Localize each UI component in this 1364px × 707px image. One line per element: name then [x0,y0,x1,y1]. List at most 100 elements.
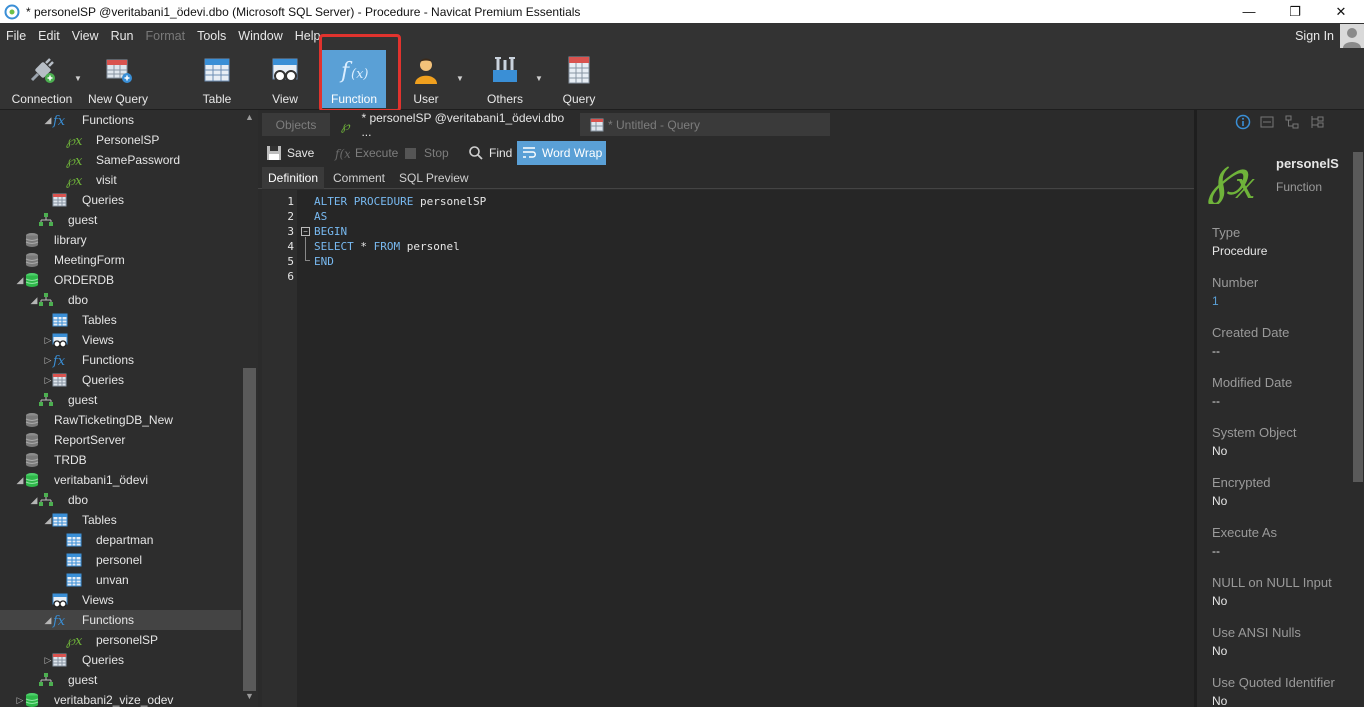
tree-functions-row[interactable]: ◢ fx Functions [0,110,241,130]
tree-queries-row[interactable]: ▷ Queries [0,370,241,390]
user-avatar-icon[interactable] [1340,24,1364,48]
connection-plug-icon [30,58,55,83]
tree-database-row[interactable]: ▷ veritabani2_vize_odev [0,690,241,707]
tree-functions-row[interactable]: ◢ fx Functions [0,610,241,630]
tree-queries-row[interactable]: ▷ Queries [0,650,241,670]
query-label: Query [562,92,596,106]
word-wrap-toggle[interactable]: Word Wrap [517,141,607,165]
query-icon [568,56,590,84]
tree-database-row[interactable]: ◢ ORDERDB [0,270,241,290]
tree-schema-row[interactable]: ◢ dbo [0,490,241,510]
tree-procedure-row[interactable]: ℘x SamePassword [0,150,241,170]
svg-text:℘: ℘ [341,117,351,132]
user-dropdown-caret-icon[interactable]: ▼ [456,74,464,83]
tree-schema-row[interactable]: guest [0,210,241,230]
others-button[interactable]: Others [482,50,528,108]
stop-label: Stop [424,146,449,160]
procedure-tab-icon: ℘ [341,117,351,132]
restore-button[interactable]: ❐ [1272,0,1318,23]
menu-run[interactable]: Run [105,29,140,43]
schema-icon [38,672,54,688]
tree-functions-row[interactable]: ▷ fx Functions [0,350,241,370]
tree-scroll-up-icon[interactable]: ▲ [241,112,258,128]
table-button[interactable]: Table [192,50,242,108]
minimize-button[interactable]: — [1226,0,1272,23]
line-number: 3 [287,225,294,238]
tree-database-row[interactable]: ◢ veritabani1_ödevi [0,470,241,490]
sql-code-editor[interactable]: 1 2 3 4 5 6 − ALTER PROCEDURE personelSP… [262,190,1194,707]
tree-tables-row[interactable]: ◢ Tables [0,510,241,530]
tree-scroll-down-icon[interactable]: ▼ [241,691,258,707]
fold-toggle-icon[interactable]: − [301,227,310,236]
find-button[interactable]: Find [468,141,512,165]
tree-item-label: dbo [68,493,89,507]
tree-schema-row[interactable]: guest [0,670,241,690]
code-line-3: BEGIN [314,225,347,238]
menu-tools[interactable]: Tools [191,29,232,43]
view-button[interactable]: View [262,50,308,108]
tab-query-label: * Untitled - Query [608,117,701,132]
tree-database-row[interactable]: ReportServer [0,430,241,450]
tree-database-row[interactable]: MeetingForm [0,250,241,270]
user-button[interactable]: User [404,50,448,108]
tab-procedure[interactable]: ℘ * personelSP @veritabani1_ödevi.dbo ..… [330,111,580,139]
tab-untitled-query[interactable]: * Untitled - Query [580,113,830,136]
tree-views-row[interactable]: ▷ Views [0,330,241,350]
dependency-icon[interactable] [1284,114,1300,130]
menu-format[interactable]: Format [140,29,192,43]
connection-dropdown-caret-icon[interactable]: ▼ [74,74,82,83]
tree-database-row[interactable]: library [0,230,241,250]
tree-procedure-row[interactable]: ℘x personelSP [0,630,241,650]
subtab-comment[interactable]: Comment [327,167,391,189]
svg-text:f(x): f(x) [334,147,350,161]
code-keyword: AS [314,210,328,223]
tree-database-row[interactable]: TRDB [0,450,241,470]
connection-button[interactable]: Connection [8,50,76,108]
subtab-sql-preview[interactable]: SQL Preview [393,167,475,189]
tree-table-row[interactable]: unvan [0,570,241,590]
database-icon [24,452,40,468]
database-icon [24,432,40,448]
tree-views-row[interactable]: Views [0,590,241,610]
execute-button[interactable]: f(x) Execute [334,141,398,165]
tab-objects-label: Objects [275,117,317,132]
tree-item-label: visit [96,173,117,187]
database-icon [24,252,40,268]
tree-scrollbar-thumb[interactable] [243,368,256,691]
tree-schema-row[interactable]: ◢ dbo [0,290,241,310]
menu-file[interactable]: File [0,29,32,43]
tree-queries-row[interactable]: Queries [0,190,241,210]
tree-table-row[interactable]: departman [0,530,241,550]
tab-objects[interactable]: Objects [262,113,330,136]
others-dropdown-caret-icon[interactable]: ▼ [535,74,543,83]
sign-in-link[interactable]: Sign In [1295,23,1334,48]
tree-item-label: MeetingForm [54,253,125,267]
tree-procedure-row[interactable]: ℘x PersonelSP [0,130,241,150]
tree-tables-row[interactable]: Tables [0,310,241,330]
prop-execute-as-label: Execute As [1212,525,1278,540]
properties-scrollbar-thumb[interactable] [1353,152,1363,482]
close-button[interactable]: ✕ [1318,0,1364,23]
properties-scrollbar[interactable] [1350,134,1364,707]
new-query-label: New Query [87,92,149,106]
menu-edit[interactable]: Edit [32,29,66,43]
ddl-icon[interactable] [1259,114,1275,130]
tree-database-row[interactable]: RawTicketingDB_New [0,410,241,430]
prop-system-label: System Object [1212,425,1297,440]
save-button[interactable]: Save [266,141,314,165]
tree-schema-row[interactable]: guest [0,390,241,410]
tree-item-label: ReportServer [54,433,126,447]
query-button[interactable]: Query [556,50,602,108]
tree-item-label: Functions [82,113,135,127]
tree-procedure-row[interactable]: ℘x visit [0,170,241,190]
database-icon [24,232,40,248]
subtab-definition[interactable]: Definition [262,167,325,189]
code-keyword: SELECT [314,240,354,253]
info-icon[interactable] [1235,114,1251,130]
stop-button[interactable]: Stop [403,141,449,165]
new-query-button[interactable]: New Query [86,50,150,108]
menu-window[interactable]: Window [232,29,288,43]
menu-view[interactable]: View [66,29,105,43]
tree-table-row[interactable]: personel [0,550,241,570]
layout-icon[interactable] [1309,114,1325,130]
